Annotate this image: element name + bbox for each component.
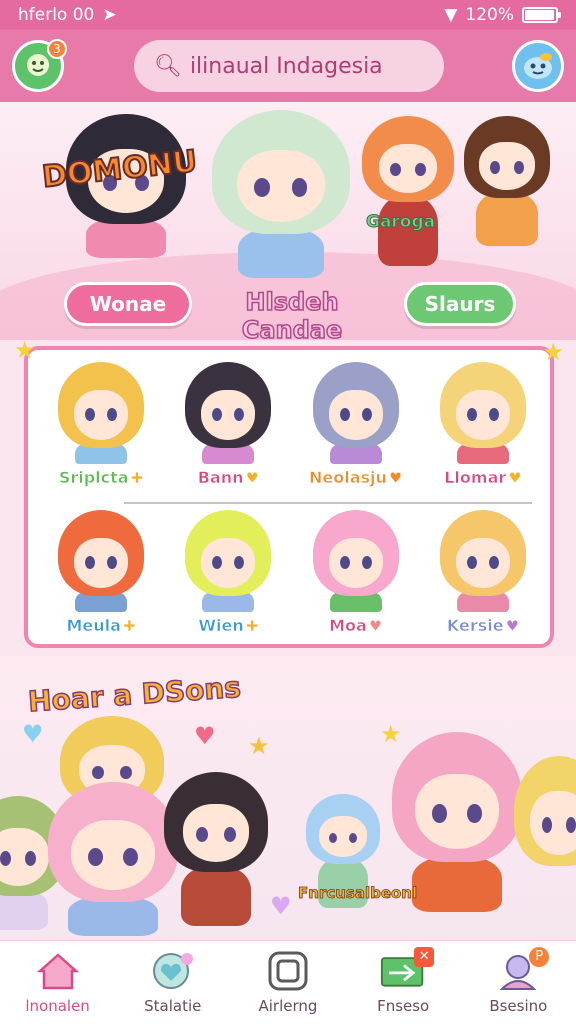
- nav-airlerng[interactable]: Airlerng: [233, 941, 343, 1024]
- nav-stalatie[interactable]: Stalatie: [118, 941, 228, 1024]
- character-card[interactable]: Bann ♥: [169, 362, 287, 492]
- bottom-navigation: lnonalen Stalatie Airlerng ✕ Fnseso P Bs…: [0, 940, 576, 1024]
- hero-banner[interactable]: DOMONU Garoga Wonae Hlsdeh Candae Slaurs: [0, 102, 576, 340]
- battery-fill: [525, 10, 554, 20]
- nav-airlerng-label: Airlerng: [258, 996, 318, 1015]
- nav-fnseso-label: Fnseso: [377, 996, 430, 1015]
- star-icon: ★: [248, 732, 270, 760]
- character-portrait: [439, 510, 526, 596]
- status-left: hferlo 00 ➤: [18, 5, 117, 25]
- featured-caption: Fnrcusalbeonl: [298, 884, 418, 903]
- featured-character-4: [164, 772, 268, 926]
- character-name: Wien ✚: [198, 616, 259, 636]
- heart-globe-icon: [150, 951, 196, 991]
- character-portrait: [185, 362, 272, 448]
- character-portrait: [312, 510, 399, 596]
- battery-percent: 120%: [465, 5, 514, 25]
- heart-icon: ♥: [505, 617, 520, 636]
- square-button-icon: [265, 951, 311, 991]
- character-name: Neolasju ♥: [308, 468, 403, 488]
- plus-icon: ✚: [122, 617, 136, 636]
- heart-icon: ♥: [388, 469, 403, 488]
- character-name: Sriplcta ✚: [58, 468, 144, 488]
- character-name-text: Neolasju: [308, 468, 388, 488]
- hero-center-title: Hlsdeh Candae: [241, 287, 343, 340]
- character-name-text: Llomar: [444, 468, 507, 488]
- nav-stalatie-label: Stalatie: [144, 996, 202, 1015]
- profile-badge: P: [529, 946, 550, 967]
- character-portrait: [312, 362, 399, 448]
- character-name: Llomar ♥: [444, 468, 522, 488]
- character-row-1: Sriplcta ✚ Bann ♥ Neolasju ♥ Llomar ♥: [42, 362, 542, 492]
- heart-icon: ♥: [368, 617, 383, 636]
- character-name: Meula ✚: [66, 616, 136, 636]
- notification-badge: 3: [47, 39, 67, 59]
- ticket-icon: ✕: [380, 946, 435, 991]
- heart-icon: ♥: [245, 469, 259, 488]
- hero-tag: Garoga: [365, 212, 436, 233]
- character-row-2: Meula ✚ Wien ✚ Moa ♥ Kersie ♥: [42, 510, 542, 640]
- profile-button[interactable]: 3: [12, 39, 67, 92]
- mascot-icon: [524, 53, 552, 79]
- nav-home-label: lnonalen: [25, 996, 90, 1015]
- featured-character-3: [48, 782, 178, 936]
- character-portrait: [58, 362, 144, 448]
- location-arrow-icon: ➤: [102, 5, 117, 25]
- character-card[interactable]: Neolasju ♥: [297, 362, 415, 492]
- nav-bsesino-label: Bsesino: [489, 996, 548, 1015]
- hero-character-3: [362, 116, 454, 266]
- carrier-text: hferlo 00: [18, 5, 95, 25]
- status-bar: hferlo 00 ➤ ▼ 120%: [0, 0, 576, 30]
- heart-icon: ♥: [22, 720, 44, 748]
- character-name-text: Kersie: [446, 616, 504, 636]
- hero-character-2: [212, 110, 350, 278]
- featured-art-section[interactable]: ♥ ♥ ★ ★ ♥ Hoar a DSons Fnrcusalbeonl: [0, 656, 576, 940]
- character-grid-panel: ★ ★ Sriplcta ✚ Bann ♥ Neolasju ♥ Llomar ♥ Meula…: [14, 336, 564, 648]
- character-name-text: Wien: [198, 616, 244, 636]
- heart-icon: ♥: [270, 892, 292, 920]
- character-portrait: [439, 362, 526, 448]
- hero-character-4: [464, 116, 550, 246]
- star-icon: ★: [542, 338, 564, 366]
- character-card[interactable]: Llomar ♥: [424, 362, 542, 492]
- heart-icon: ♥: [508, 469, 522, 488]
- status-right: ▼ 120%: [444, 5, 561, 25]
- star-icon: ★: [14, 336, 36, 364]
- home-icon: [35, 951, 81, 991]
- slaurs-button[interactable]: Slaurs: [404, 282, 516, 326]
- nav-fnseso[interactable]: ✕ Fnseso: [348, 941, 458, 1024]
- wifi-icon: ▼: [444, 5, 458, 25]
- heart-icon: ♥: [194, 722, 216, 750]
- mascot-button[interactable]: [512, 40, 564, 92]
- character-name: Bann ♥: [197, 468, 259, 488]
- character-portrait: [58, 510, 144, 596]
- grid-divider: [124, 502, 532, 504]
- nav-bsesino[interactable]: P Bsesino: [463, 941, 573, 1024]
- app-header: 3 🔍︎ ilinaual Indagesia: [0, 30, 576, 102]
- featured-title: Hoar a DSons: [26, 670, 242, 719]
- character-name: Moa ♥: [329, 616, 383, 636]
- character-name-text: Sriplcta: [58, 468, 129, 488]
- character-name-text: Bann: [197, 468, 244, 488]
- profile-icon: P: [495, 946, 550, 991]
- character-card[interactable]: Sriplcta ✚: [42, 362, 160, 492]
- battery-icon: [522, 7, 561, 23]
- wonae-button[interactable]: Wonae: [64, 282, 192, 326]
- nav-home[interactable]: lnonalen: [3, 941, 113, 1024]
- character-card[interactable]: Wien ✚: [169, 510, 287, 640]
- search-input[interactable]: 🔍︎ ilinaual Indagesia: [134, 40, 444, 92]
- featured-character-7: [514, 756, 576, 866]
- close-badge-icon: ✕: [414, 946, 435, 967]
- character-portrait: [185, 510, 272, 596]
- search-text: ilinaual Indagesia: [189, 53, 383, 79]
- character-card[interactable]: Kersie ♥: [424, 510, 542, 640]
- character-name-text: Moa: [329, 616, 367, 636]
- search-icon: 🔍︎: [154, 53, 182, 79]
- plus-icon: ✚: [130, 469, 144, 488]
- character-name-text: Meula: [66, 616, 121, 636]
- character-card[interactable]: Meula ✚: [42, 510, 160, 640]
- plus-icon: ✚: [245, 617, 259, 636]
- character-card[interactable]: Moa ♥: [297, 510, 415, 640]
- character-name: Kersie ♥: [446, 616, 520, 636]
